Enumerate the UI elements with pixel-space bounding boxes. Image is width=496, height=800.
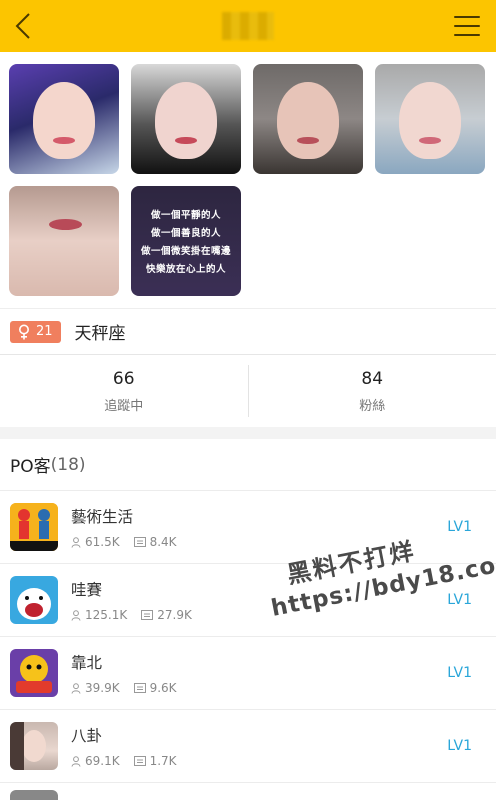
view-count: 39.9K — [85, 681, 120, 695]
avatar — [10, 649, 58, 697]
po-name: 藝術生活 — [71, 508, 134, 526]
quote-line: 快樂放在心上的人 — [145, 264, 226, 275]
quote-line: 做一個平靜的人 — [150, 210, 221, 221]
avatar — [10, 576, 58, 624]
profile-photo[interactable] — [9, 186, 119, 296]
photo-grid: 做一個平靜的人 做一個善良的人 做一個微笑掛在嘴邊 快樂放在心上的人 — [0, 52, 496, 308]
profile-photo[interactable] — [131, 64, 241, 174]
post-count: 27.9K — [157, 608, 192, 622]
female-icon — [19, 324, 29, 339]
follow-stats: 66 追蹤中 84 粉絲 — [0, 355, 496, 427]
age-value: 21 — [36, 324, 53, 339]
view-count: 69.1K — [85, 754, 120, 768]
chevron-left-icon — [15, 13, 30, 39]
level-badge: LV1 — [447, 519, 472, 535]
list-item[interactable]: 八卦 69.1K 1.7K LV1 — [0, 710, 496, 783]
profile-info: 21 天秤座 66 追蹤中 84 粉絲 — [0, 308, 496, 427]
profile-photo[interactable] — [375, 64, 485, 174]
list-item[interactable]: 藝術生活 61.5K 8.4K LV1 — [0, 491, 496, 564]
level-badge: LV1 — [447, 738, 472, 754]
keith-haring-icon — [10, 503, 58, 551]
following-label: 追蹤中 — [104, 398, 144, 414]
post-count: 9.6K — [149, 681, 177, 695]
avatar — [10, 790, 58, 800]
cartoon-icon — [10, 576, 58, 624]
list-item[interactable] — [0, 783, 496, 800]
po-name: 哇賽 — [71, 581, 103, 599]
po-count: (18) — [50, 454, 86, 475]
view-count: 125.1K — [85, 608, 128, 622]
person-icon — [71, 536, 81, 548]
list-item[interactable]: 哇賽 125.1K 27.9K LV1 — [0, 564, 496, 637]
quote-photo[interactable]: 做一個平靜的人 做一個善良的人 做一個微笑掛在嘴邊 快樂放在心上的人 — [131, 186, 241, 296]
po-name: 靠北 — [71, 654, 103, 672]
gender-age-badge: 21 — [10, 320, 61, 343]
zodiac-sign: 天秤座 — [74, 324, 126, 344]
menu-button[interactable] — [452, 11, 482, 41]
section-title: PO客 (18) — [0, 439, 496, 491]
person-icon — [71, 755, 81, 767]
avatar — [10, 722, 58, 770]
post-count: 1.7K — [149, 754, 177, 768]
post-icon — [133, 683, 146, 693]
following-count: 66 — [112, 368, 135, 389]
post-icon — [133, 537, 146, 547]
followers-stat[interactable]: 84 粉絲 — [249, 355, 496, 427]
po-section: PO客 (18) 藝術生活 61.5K 8.4K LV1 哇賽 125.1K 2… — [0, 439, 496, 800]
top-bar — [0, 0, 496, 52]
followers-count: 84 — [361, 368, 384, 389]
blurred-username — [222, 12, 274, 40]
following-stat[interactable]: 66 追蹤中 — [0, 355, 248, 427]
quote-line: 做一個微笑掛在嘴邊 — [140, 246, 231, 257]
quote-line: 做一個善良的人 — [150, 228, 221, 239]
profile-photo[interactable] — [253, 64, 363, 174]
view-count: 61.5K — [85, 535, 120, 549]
followers-label: 粉絲 — [359, 398, 386, 414]
po-name: 八卦 — [71, 727, 103, 745]
menu-icon — [454, 16, 480, 18]
mascot-icon — [10, 649, 58, 697]
person-icon — [71, 682, 81, 694]
post-icon — [141, 610, 154, 620]
person-icon — [71, 609, 81, 621]
profile-photo[interactable] — [9, 64, 119, 174]
back-button[interactable] — [14, 6, 44, 46]
post-count: 8.4K — [149, 535, 177, 549]
level-badge: LV1 — [447, 592, 472, 608]
level-badge: LV1 — [447, 665, 472, 681]
list-item[interactable]: 靠北 39.9K 9.6K LV1 — [0, 637, 496, 710]
avatar — [10, 503, 58, 551]
post-icon — [133, 756, 146, 766]
